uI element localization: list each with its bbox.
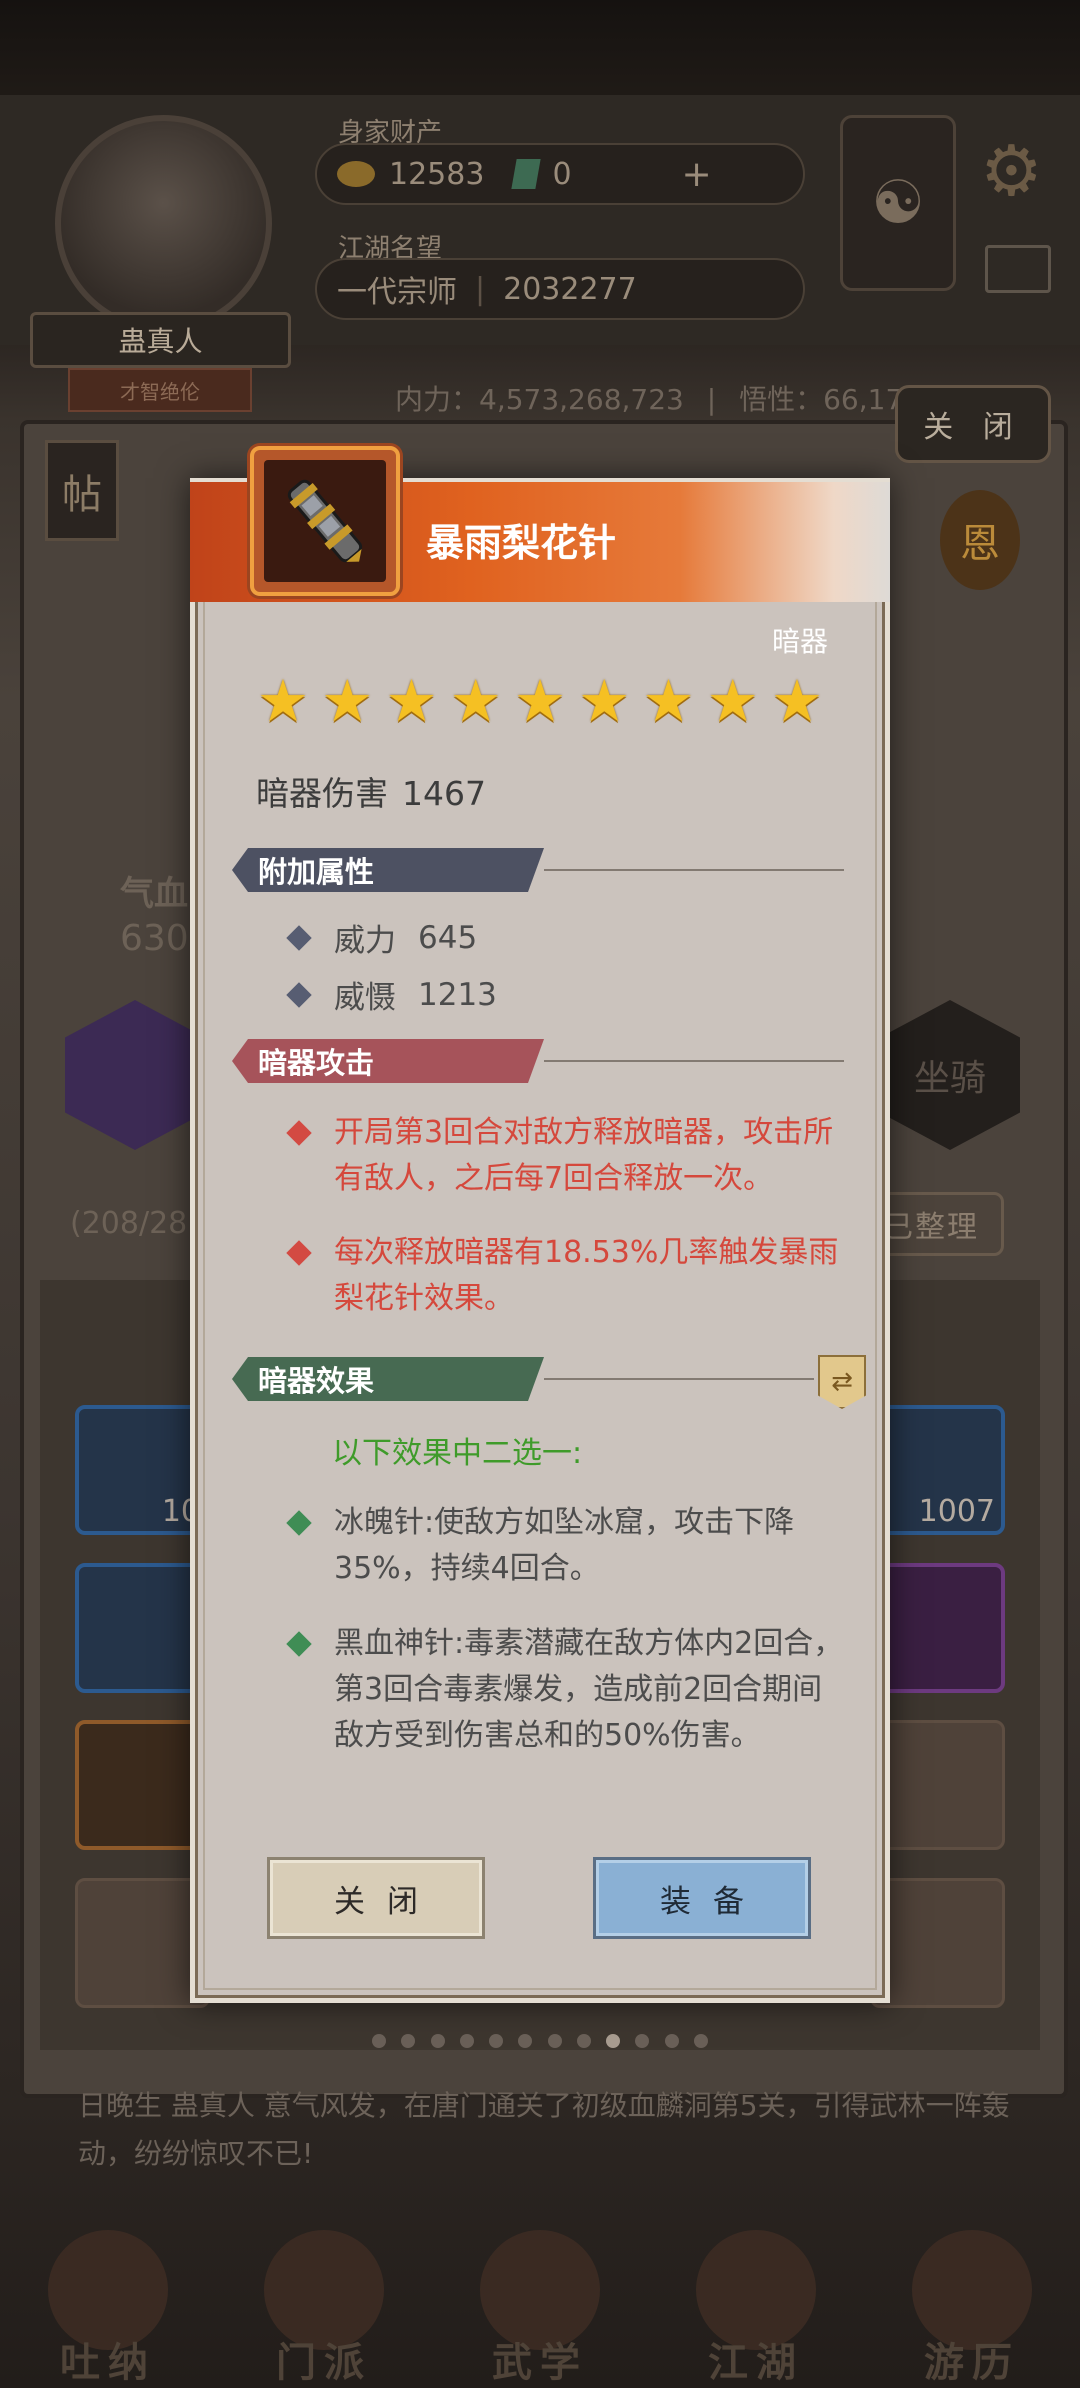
inventory-slot[interactable] xyxy=(870,1878,1005,2008)
page-indicator xyxy=(372,2034,708,2050)
star-icon: ★ xyxy=(321,667,374,735)
diamond-bullet-icon xyxy=(286,981,312,1008)
item-name: 暴雨梨花针 xyxy=(426,521,617,565)
attr-row: 威力 645 xyxy=(286,915,478,960)
qixue-label: 气血 xyxy=(120,874,188,914)
star-icon: ★ xyxy=(578,667,631,735)
nav-sect[interactable]: 门派 xyxy=(249,2208,399,2388)
star-icon: ★ xyxy=(385,667,438,735)
attr-value: 1213 xyxy=(418,976,497,1013)
star-rating: ★ ★ ★ ★ ★ ★ ★ ★ ★ xyxy=(254,667,826,735)
taiji-icon[interactable]: ☯ xyxy=(840,115,956,291)
mail-icon[interactable] xyxy=(985,245,1051,293)
fame-value: 2032277 xyxy=(503,271,637,307)
hidden-weapon-needle-icon xyxy=(264,460,386,582)
attr-value: 645 xyxy=(418,919,478,956)
star-icon: ★ xyxy=(771,667,823,735)
player-title: 才智绝伦 xyxy=(68,368,252,412)
effect-option: 黑血神针:毒素潜藏在敌方体内2回合，第3回合毒素爆发，造成前2回合期间敌方受到伤… xyxy=(286,1621,850,1759)
diamond-bullet-icon xyxy=(286,1240,312,1266)
panel-close-button[interactable]: 关 闭 xyxy=(895,385,1051,463)
fame-rank: 一代宗师 xyxy=(337,275,457,310)
fame-bar: 一代宗师 | 2032277 xyxy=(315,258,805,320)
power-stats: 内力：4,573,268,723 | 悟性：66,179 xyxy=(395,383,922,416)
divider xyxy=(544,1378,814,1380)
diamond-bullet-icon xyxy=(286,924,312,951)
jade-amount: 0 xyxy=(552,156,572,192)
item-type: 暗器 xyxy=(772,625,829,658)
effect-option: 冰魄针:使敌方如坠冰窟，攻击下降35%，持续4回合。 xyxy=(286,1500,850,1592)
nav-travel[interactable]: 游历 xyxy=(897,2208,1047,2388)
attr-label: 威慑 xyxy=(334,980,396,1016)
extra-attrs-header: 附加属性 xyxy=(232,848,544,892)
diamond-bullet-icon xyxy=(286,1510,312,1536)
player-avatar[interactable] xyxy=(55,115,272,332)
divider xyxy=(544,869,844,871)
mount-label: 坐骑 xyxy=(913,1058,986,1099)
effects-header: 暗器效果 xyxy=(232,1357,544,1401)
nav-jianghu[interactable]: 江湖 xyxy=(681,2208,831,2388)
inventory-slot[interactable]: 1007 xyxy=(870,1405,1005,1535)
close-button[interactable]: 关闭 xyxy=(267,1857,485,1939)
gold-amount: 12583 xyxy=(389,156,485,192)
attr-label: 威力 xyxy=(334,923,396,959)
star-icon: ★ xyxy=(449,667,502,735)
currency-bar: 12583 0 + xyxy=(315,143,805,205)
star-icon: ★ xyxy=(514,667,566,735)
main-stat-value: 1467 xyxy=(402,774,486,813)
attack-text: 开局第3回合对敌方释放暗器，攻击所有敌人，之后每7回合释放一次。 xyxy=(334,1115,834,1196)
player-name: 蛊真人 xyxy=(30,312,291,368)
item-icon-frame xyxy=(250,446,400,596)
attr-row: 威慑 1213 xyxy=(286,972,497,1017)
star-icon: ★ xyxy=(257,667,309,735)
nav-tuna[interactable]: 吐纳 xyxy=(33,2208,183,2388)
main-stat: 暗器伤害 1467 xyxy=(256,767,486,815)
lantern-icon[interactable]: 恩 xyxy=(940,490,1020,590)
attack-header: 暗器攻击 xyxy=(232,1039,544,1083)
attack-text: 每次释放暗器有18.53%几率触发暴雨梨花针效果。 xyxy=(334,1235,839,1316)
attack-description: 开局第3回合对敌方释放暗器，攻击所有敌人，之后每7回合释放一次。 xyxy=(286,1110,850,1202)
neili-stat: 内力：4,573,268,723 xyxy=(395,383,684,416)
star-icon: ★ xyxy=(706,667,759,735)
gold-coin-icon xyxy=(337,161,375,187)
add-currency-icon[interactable]: + xyxy=(682,154,712,195)
nav-martial[interactable]: 武学 xyxy=(465,2208,615,2388)
main-stat-label: 暗器伤害 xyxy=(256,774,388,813)
bag-count: (208/28 xyxy=(70,1206,188,1241)
gear-icon[interactable]: ⚙ xyxy=(980,130,1043,212)
slot-count: 1007 xyxy=(918,1494,995,1529)
jade-icon xyxy=(511,159,542,189)
attack-description: 每次释放暗器有18.53%几率触发暴雨梨花针效果。 xyxy=(286,1230,850,1322)
bottom-nav: 吐纳 门派 武学 江湖 游历 xyxy=(0,2200,1080,2388)
star-icon: ★ xyxy=(642,667,695,735)
qixue-value: 630 xyxy=(120,918,189,959)
effect-text: 冰魄针:使敌方如坠冰窟，攻击下降35%，持续4回合。 xyxy=(334,1505,795,1586)
effects-note: 以下效果中二选一: xyxy=(332,1436,583,1471)
inventory-slot[interactable] xyxy=(870,1720,1005,1850)
wuxing-stat: 悟性：66,179 xyxy=(739,383,922,416)
effect-text: 黑血神针:毒素潜藏在敌方体内2回合，第3回合毒素爆发，造成前2回合期间敌方受到伤… xyxy=(334,1626,844,1753)
equip-button[interactable]: 装备 xyxy=(593,1857,811,1939)
news-ticker: 日晚生 蛊真人 意气风发，在唐门通关了初级血麟洞第5关，引得武林一阵轰动，纷纷惊… xyxy=(78,2089,1010,2170)
diamond-bullet-icon xyxy=(286,1120,312,1146)
diamond-bullet-icon xyxy=(286,1631,312,1657)
divider xyxy=(544,1060,844,1062)
invitation-icon[interactable]: 帖 xyxy=(45,440,119,541)
inventory-slot[interactable] xyxy=(870,1563,1005,1693)
